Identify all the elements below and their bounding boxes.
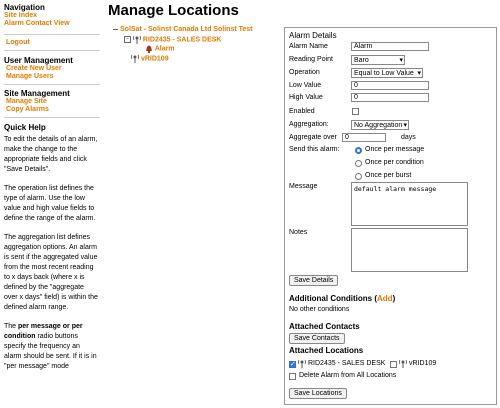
tree-node-alarm[interactable]: Alarm <box>145 44 175 53</box>
add-condition-link[interactable]: Add <box>377 294 393 303</box>
tree-node-label: vRID109 <box>140 55 169 63</box>
divider <box>4 84 100 85</box>
sidebar-heading-user-management: User Management <box>4 56 73 65</box>
tree-node-root[interactable]: SolSat - Solinst Canada Ltd Solinst Test <box>113 26 253 33</box>
quick-help-paragraph: The aggregation list defines aggregation… <box>4 234 98 311</box>
page-title: Manage Locations <box>108 2 239 19</box>
additional-conditions-heading: Additional Conditions (Add) <box>289 294 396 303</box>
site-index-link[interactable]: Site Index <box>4 12 100 20</box>
attached-contacts-heading: Attached Contacts <box>289 322 360 331</box>
panel-header: Alarm Details <box>289 31 337 40</box>
sidebar: Navigation Site Index Alarm Contact View… <box>0 0 100 408</box>
divider <box>4 34 100 35</box>
location-label: vRID109 <box>409 360 437 367</box>
quick-help-paragraph: The per message or per condition radio b… <box>4 322 98 372</box>
aggregate-over-label: Aggregate over <box>289 134 337 141</box>
aggregation-select[interactable]: No Aggregation <box>351 120 409 130</box>
tree-node-label: Alarm <box>154 45 175 53</box>
message-label: Message <box>289 183 318 190</box>
quick-help: Quick Help To edit the details of an ala… <box>4 123 98 372</box>
location-label: RID2435 - SALES DESK <box>308 360 386 367</box>
create-new-user-link[interactable]: Create New User <box>6 65 100 73</box>
enabled-checkbox[interactable] <box>352 108 359 115</box>
sidebar-user-management: User Management Create New User Manage U… <box>4 56 100 81</box>
sidebar-navigation: Navigation Site Index Alarm Contact View <box>4 3 100 28</box>
location-checkbox[interactable] <box>390 361 397 368</box>
no-conditions-text: No other conditions <box>289 306 350 313</box>
tree-node-device[interactable]: vRID109 <box>131 54 169 63</box>
operation-select[interactable]: Equal to Low Value <box>351 68 423 78</box>
alarm-details-panel: Alarm Details Alarm Name Alarm Reading P… <box>284 27 497 405</box>
low-value-input[interactable]: 0 <box>351 81 429 90</box>
antenna-icon <box>131 54 139 63</box>
alarm-bell-icon <box>146 45 152 53</box>
reading-point-label: Reading Point <box>289 56 333 63</box>
additional-conditions-title: Additional Conditions <box>289 294 373 303</box>
delete-from-all-checkbox[interactable] <box>289 373 296 380</box>
days-label: days <box>401 134 416 141</box>
logout-link[interactable]: Logout <box>6 39 30 47</box>
antenna-icon <box>399 359 407 368</box>
dash-icon <box>113 28 118 30</box>
tree-node-site[interactable]: − RID2435 - SALES DESK <box>124 35 222 44</box>
once-per-message-label: Once per message <box>365 146 425 153</box>
aggregate-over-input[interactable]: 0 <box>342 133 386 142</box>
operation-label: Operation <box>289 69 320 76</box>
quick-help-paragraph: To edit the details of an alarm, make th… <box>4 136 98 173</box>
once-per-burst-radio[interactable] <box>355 173 362 180</box>
sidebar-heading-navigation: Navigation <box>4 3 45 12</box>
once-per-condition-label: Once per condition <box>365 159 424 166</box>
quick-help-text: The <box>4 323 19 330</box>
copy-alarms-link[interactable]: Copy Alarms <box>6 106 100 114</box>
save-locations-button[interactable]: Save Locations <box>289 388 347 399</box>
message-textarea[interactable]: default alarm message <box>351 182 468 226</box>
divider <box>4 117 100 118</box>
save-contacts-button[interactable]: Save Contacts <box>289 333 345 344</box>
alarm-contact-view-link[interactable]: Alarm Contact View <box>4 20 100 28</box>
antenna-icon <box>133 35 141 44</box>
divider <box>4 50 100 51</box>
attached-locations-heading: Attached Locations <box>289 346 364 355</box>
once-per-burst-label: Once per burst <box>365 172 412 179</box>
manage-site-link[interactable]: Manage Site <box>6 98 100 106</box>
once-per-condition-radio[interactable] <box>355 160 362 167</box>
manage-users-link[interactable]: Manage Users <box>6 73 100 81</box>
reading-point-select[interactable]: Baro <box>351 55 405 65</box>
sidebar-heading-site-management: Site Management <box>4 89 70 98</box>
alarm-name-input[interactable]: Alarm <box>351 42 429 51</box>
alarm-name-label: Alarm Name <box>289 43 328 50</box>
sidebar-site-management: Site Management Manage Site Copy Alarms <box>4 89 100 114</box>
high-value-label: High Value <box>289 94 323 101</box>
once-per-message-radio[interactable] <box>355 147 362 154</box>
notes-label: Notes <box>289 229 308 236</box>
delete-from-all-label: Delete Alarm from All Locations <box>299 372 397 379</box>
aggregation-label: Aggregation: <box>289 121 329 128</box>
notes-textarea[interactable] <box>351 228 468 272</box>
low-value-label: Low Value <box>289 82 322 89</box>
location-checkbox[interactable] <box>289 360 296 368</box>
tree-node-label: RID2435 - SALES DESK <box>142 36 222 44</box>
high-value-input[interactable]: 0 <box>351 93 429 102</box>
enabled-label: Enabled <box>289 108 315 115</box>
send-alarm-label: Send this alarm: <box>289 146 340 153</box>
quick-help-title: Quick Help <box>4 123 46 132</box>
collapse-icon[interactable]: − <box>124 36 131 43</box>
save-details-button[interactable]: Save Details <box>289 275 339 286</box>
tree-node-label: SolSat - Solinst Canada Ltd Solinst Test <box>120 26 253 33</box>
antenna-icon <box>298 359 306 368</box>
quick-help-paragraph: The operation list defines the type of a… <box>4 185 96 222</box>
